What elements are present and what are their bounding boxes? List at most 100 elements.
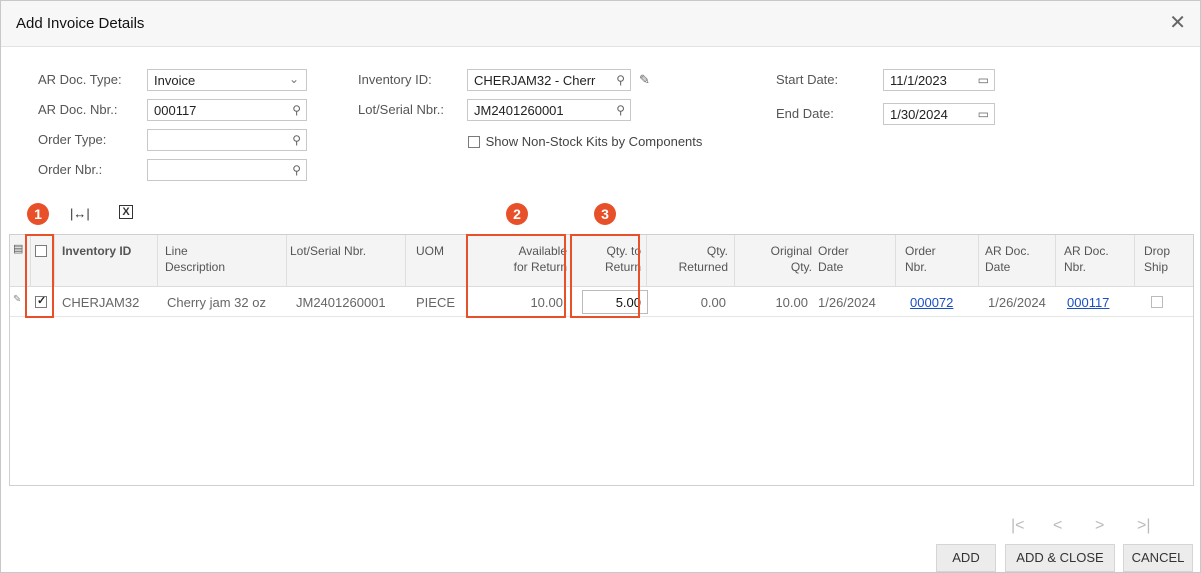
search-icon[interactable]: ⚲ xyxy=(292,103,301,117)
cell-qty-returned: 0.00 xyxy=(700,295,726,310)
lot-serial-nbr-value: JM2401260001 xyxy=(474,103,564,118)
inventory-id-value: CHERJAM32 - Cherr xyxy=(474,73,596,88)
header-order-date[interactable]: Order Date xyxy=(818,243,849,275)
inventory-id-label: Inventory ID: xyxy=(358,72,432,87)
start-date-label: Start Date: xyxy=(776,72,839,87)
header-order-date-line2: Date xyxy=(818,260,844,274)
header-line-description-line2: Description xyxy=(165,260,226,274)
header-line-description-line1: Line xyxy=(165,244,188,258)
header-qty-returned[interactable]: Qty. Returned xyxy=(650,243,728,275)
header-available-for-return[interactable]: Available for Return xyxy=(475,243,567,275)
header-qty-to-return[interactable]: Qty. to Return xyxy=(575,243,641,275)
cell-uom[interactable]: PIECE xyxy=(416,295,455,310)
add-invoice-details-dialog: Add Invoice Details ✕ AR Doc. Type: Invo… xyxy=(0,0,1201,573)
header-original-qty-line2: Qty. xyxy=(790,260,812,274)
ar-doc-nbr-field[interactable]: 000117 ⚲ xyxy=(147,99,307,121)
header-ar-doc-nbr-line2: Nbr. xyxy=(1064,260,1087,274)
search-icon[interactable]: ⚲ xyxy=(292,133,301,147)
header-original-qty-line1: Original xyxy=(770,244,812,258)
cell-ar-doc-nbr[interactable]: 000117 xyxy=(1067,295,1109,310)
header-ar-doc-nbr[interactable]: AR Doc. Nbr. xyxy=(1064,243,1109,275)
header-line-description[interactable]: Line Description xyxy=(165,243,225,275)
ar-doc-type-label: AR Doc. Type: xyxy=(38,72,122,87)
calendar-icon[interactable]: ▭ xyxy=(978,107,989,121)
search-icon[interactable]: ⚲ xyxy=(616,103,625,117)
header-available-line1: Available xyxy=(518,244,567,258)
order-type-field[interactable]: ⚲ xyxy=(147,129,307,151)
order-nbr-label: Order Nbr.: xyxy=(38,162,103,177)
search-icon[interactable]: ⚲ xyxy=(292,163,301,177)
header-qty-returned-line2: Returned xyxy=(678,260,728,274)
end-date-field[interactable]: 1/30/2024 ▭ xyxy=(883,103,995,125)
cell-order-nbr[interactable]: 000072 xyxy=(910,295,953,310)
header-drop-ship-line1: Drop xyxy=(1144,244,1171,258)
chevron-down-icon: ⌄ xyxy=(288,72,299,86)
header-order-nbr[interactable]: Order Nbr. xyxy=(905,243,936,275)
cell-inventory-id[interactable]: CHERJAM32 xyxy=(62,295,139,310)
show-nonstock-checkbox[interactable] xyxy=(468,135,480,148)
order-nbr-link[interactable]: 000072 xyxy=(910,295,953,310)
ar-doc-nbr-link[interactable]: 000117 xyxy=(1067,295,1109,310)
pager-last-button[interactable]: >| xyxy=(1137,517,1151,535)
close-icon[interactable]: ✕ xyxy=(1169,13,1186,33)
show-nonstock-label: Show Non-Stock Kits by Components xyxy=(485,134,703,150)
search-icon[interactable]: ⚲ xyxy=(616,73,625,87)
table-row[interactable]: ✎ CHERJAM32 Cherry jam 32 oz JM240126000… xyxy=(10,287,1193,317)
pager-prev-button[interactable]: < xyxy=(1053,517,1062,535)
header-qty-returned-line1: Qty. xyxy=(706,244,728,258)
grid-header: ▤ Inventory ID Line Description Lot/Seri… xyxy=(10,235,1193,287)
cell-line-description[interactable]: Cherry jam 32 oz xyxy=(167,295,266,310)
header-ar-doc-date-line1: AR Doc. xyxy=(985,244,1030,258)
export-excel-icon[interactable]: X xyxy=(119,205,133,219)
invoice-details-grid: ▤ Inventory ID Line Description Lot/Seri… xyxy=(9,234,1194,486)
header-order-nbr-line1: Order xyxy=(905,244,936,258)
fit-columns-icon[interactable]: |↔| xyxy=(70,206,90,221)
cell-lot-serial-nbr[interactable]: JM2401260001 xyxy=(296,295,386,310)
select-all-checkbox[interactable] xyxy=(35,245,47,257)
header-order-nbr-line2: Nbr. xyxy=(905,260,928,274)
header-original-qty[interactable]: Original Qty. xyxy=(738,243,812,275)
header-lot-serial-nbr[interactable]: Lot/Serial Nbr. xyxy=(290,243,366,259)
order-nbr-field[interactable]: ⚲ xyxy=(147,159,307,181)
row-edit-indicator-icon: ✎ xyxy=(13,294,22,305)
header-drop-ship[interactable]: Drop Ship xyxy=(1144,243,1170,275)
inventory-id-field[interactable]: CHERJAM32 - Cherr ⚲ xyxy=(467,69,631,91)
dialog-titlebar: Add Invoice Details ✕ xyxy=(1,1,1200,47)
header-order-date-line1: Order xyxy=(818,244,849,258)
add-and-close-button[interactable]: ADD & CLOSE xyxy=(1005,544,1115,572)
calendar-icon[interactable]: ▭ xyxy=(978,73,989,87)
header-qty-to-return-line1: Qty. to xyxy=(606,244,641,258)
row-select-checkbox[interactable] xyxy=(35,294,47,308)
cancel-button[interactable]: CANCEL xyxy=(1123,544,1193,572)
start-date-field[interactable]: 11/1/2023 ▭ xyxy=(883,69,995,91)
ar-doc-type-select[interactable]: Invoice ⌄ xyxy=(147,69,307,91)
callout-badge-2: 2 xyxy=(506,203,528,225)
header-available-line2: for Return xyxy=(513,260,567,274)
header-ar-doc-date[interactable]: AR Doc. Date xyxy=(985,243,1030,275)
order-type-label: Order Type: xyxy=(38,132,107,147)
header-inventory-id[interactable]: Inventory ID xyxy=(62,243,131,259)
callout-badge-1: 1 xyxy=(27,203,49,225)
ar-doc-nbr-value: 000117 xyxy=(154,103,197,118)
header-ar-doc-date-line2: Date xyxy=(985,260,1011,274)
show-nonstock-checkbox-row[interactable]: Show Non-Stock Kits by Components xyxy=(468,133,702,149)
pager-next-button[interactable]: > xyxy=(1095,517,1104,535)
start-date-value: 11/1/2023 xyxy=(890,73,947,88)
header-ar-doc-nbr-line1: AR Doc. xyxy=(1064,244,1109,258)
add-button[interactable]: ADD xyxy=(936,544,996,572)
cell-original-qty: 10.00 xyxy=(775,295,808,310)
cell-available-for-return: 10.00 xyxy=(530,295,563,310)
end-date-label: End Date: xyxy=(776,106,834,121)
pager-first-button[interactable]: |< xyxy=(1011,517,1025,535)
drop-ship-checkbox xyxy=(1151,296,1163,308)
qty-to-return-input[interactable]: 5.00 xyxy=(582,290,648,314)
header-uom[interactable]: UOM xyxy=(416,243,444,259)
header-qty-to-return-line2: Return xyxy=(604,260,641,274)
end-date-value: 1/30/2024 xyxy=(890,107,948,122)
callout-badge-3: 3 xyxy=(594,203,616,225)
ar-doc-nbr-label: AR Doc. Nbr.: xyxy=(38,102,118,117)
lot-serial-nbr-field[interactable]: JM2401260001 ⚲ xyxy=(467,99,631,121)
cell-order-date: 1/26/2024 xyxy=(818,295,876,310)
pencil-edit-icon[interactable]: ✎ xyxy=(639,72,650,88)
column-settings-icon[interactable]: ▤ xyxy=(13,241,23,257)
